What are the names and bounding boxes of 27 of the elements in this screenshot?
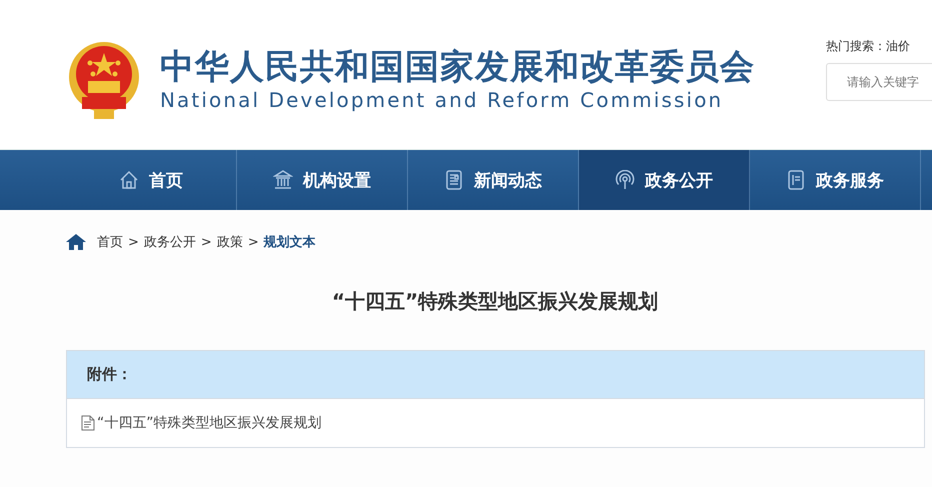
nav-tab[interactable]: 政务服务 — [750, 150, 921, 210]
emblem-icon — [68, 40, 140, 120]
hot-search-link[interactable]: 油价 — [886, 39, 910, 53]
home-icon — [119, 170, 139, 190]
article-title: “十四五”特殊类型地区振兴发展规划 — [330, 288, 660, 314]
attachment-heading: 附件： — [87, 365, 132, 384]
breadcrumb-link[interactable]: 规划文本 — [264, 233, 316, 251]
nav-tab[interactable]: 政务公开 — [579, 150, 750, 210]
hot-search-label: 热门搜索： — [826, 39, 886, 53]
breadcrumb-link[interactable]: 政务公开 — [144, 233, 196, 251]
document-icon — [786, 170, 806, 190]
breadcrumb-separator: > — [128, 234, 139, 250]
nav-tab[interactable]: 机构设置 — [237, 150, 408, 210]
breadcrumb-link[interactable]: 政策 — [216, 233, 243, 251]
site-title: 中华人民共和国国家发展和改革委员会 — [160, 46, 755, 86]
home-icon[interactable] — [66, 234, 86, 250]
bank-icon — [273, 170, 293, 190]
breadcrumb-separator: > — [200, 234, 212, 250]
attachment-link[interactable]: “十四五”特殊类型地区振兴发展规划 — [97, 414, 322, 432]
search-field[interactable]: 请输入关键字 — [826, 63, 932, 101]
breadcrumb-link[interactable]: 首页 — [97, 233, 123, 251]
newspaper-icon — [444, 170, 464, 190]
nav-tab[interactable]: 首页 — [66, 150, 237, 210]
document-icon — [81, 415, 95, 431]
signal-icon — [615, 170, 635, 190]
site-subtitle: National Development and Reform Commission — [160, 86, 724, 112]
breadcrumb-separator: > — [248, 234, 259, 250]
